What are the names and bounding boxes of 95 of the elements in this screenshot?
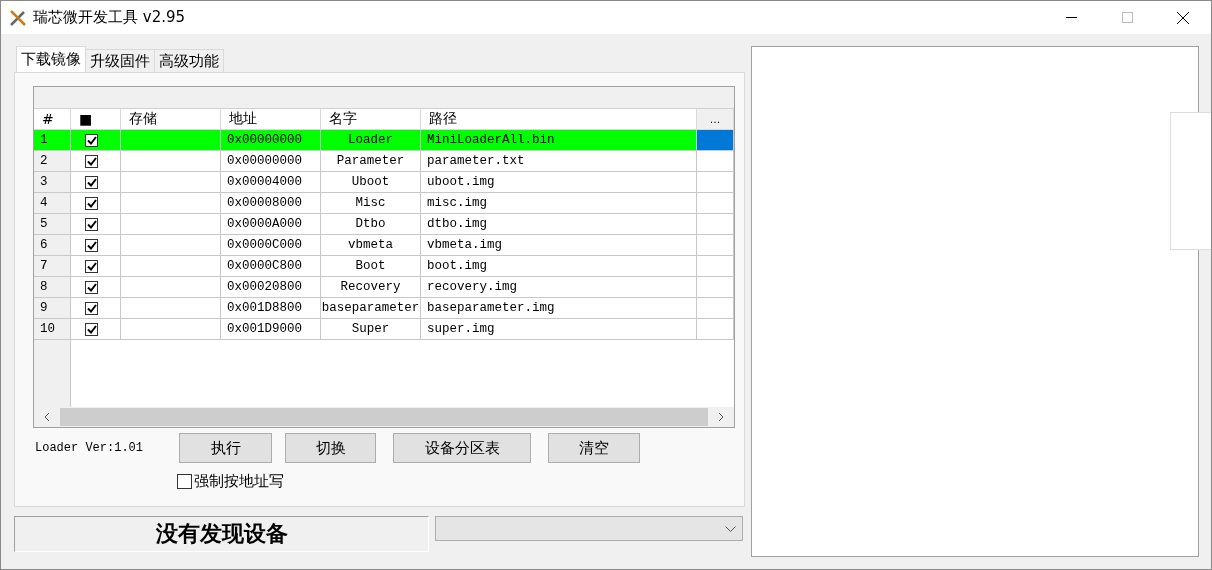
table-cell: vbmeta.img [421, 235, 697, 256]
table-cell: 0x0000C800 [221, 256, 321, 277]
row-checkbox[interactable] [85, 280, 98, 294]
check-icon [86, 177, 97, 187]
row-checkbox[interactable] [85, 301, 98, 315]
check-icon [86, 261, 97, 271]
checkbox-label: 强制按地址写 [194, 472, 284, 491]
row-number: 3 [34, 172, 71, 193]
check-icon [86, 156, 97, 166]
close-icon[interactable] [1177, 11, 1189, 24]
table-cell: 0x00000000 [221, 130, 321, 151]
table-cell: misc.img [421, 193, 697, 214]
row-number: 6 [34, 235, 71, 256]
row-checkbox[interactable] [85, 238, 98, 252]
row-checkbox[interactable] [85, 175, 98, 189]
table-cell: 0x0000C000 [221, 235, 321, 256]
row-checkbox[interactable] [85, 154, 98, 168]
column-header: ■ [71, 109, 121, 130]
table-cell: 0x00000000 [221, 151, 321, 172]
chevron-down-icon [725, 525, 736, 532]
window-title: 瑞芯微开发工具 v2.95 [33, 8, 186, 27]
browse-cell[interactable] [697, 256, 734, 277]
column-header: 地址 [221, 109, 321, 130]
tab[interactable]: 高级功能 [154, 49, 224, 72]
table-cell: Recovery [321, 277, 421, 298]
browse-cell[interactable] [697, 319, 734, 340]
table-cell: 0x00004000 [221, 172, 321, 193]
action-button[interactable]: 切换 [285, 433, 376, 463]
table-cell: 0x00008000 [221, 193, 321, 214]
minimize-icon[interactable] [1065, 16, 1077, 19]
table-cell: super.img [421, 319, 697, 340]
check-icon [86, 324, 97, 334]
tab[interactable]: 下载镜像 [16, 46, 86, 72]
browse-cell[interactable] [697, 193, 734, 214]
table-cell: boot.img [421, 256, 697, 277]
table-cell: MiniLoaderAll.bin [421, 130, 697, 151]
row-checkbox[interactable] [85, 133, 98, 147]
scroll-left-icon[interactable] [44, 412, 50, 422]
check-icon [86, 240, 97, 250]
browse-cell[interactable] [697, 277, 734, 298]
browse-cell[interactable] [697, 130, 734, 151]
column-header: # [34, 109, 71, 130]
table-cell: dtbo.img [421, 214, 697, 235]
tools-icon [9, 8, 27, 27]
row-checkbox[interactable] [85, 217, 98, 231]
check-icon [86, 219, 97, 229]
row-checkbox[interactable] [85, 196, 98, 210]
table-cell: Boot [321, 256, 421, 277]
table-cell: vbmeta [321, 235, 421, 256]
table-cell: parameter.txt [421, 151, 697, 172]
browse-cell[interactable] [697, 214, 734, 235]
table-cell: recovery.img [421, 277, 697, 298]
table-cell: 0x001D9000 [221, 319, 321, 340]
table-cell: 0x00020800 [221, 277, 321, 298]
row-number: 1 [34, 130, 71, 151]
action-button[interactable]: 执行 [179, 433, 272, 463]
table-cell: Misc [321, 193, 421, 214]
row-number: 5 [34, 214, 71, 235]
column-header: ... [697, 109, 734, 130]
table-cell: Super [321, 319, 421, 340]
check-icon [86, 303, 97, 313]
column-header: 存储 [121, 109, 221, 130]
row-checkbox[interactable] [85, 322, 98, 336]
row-number: 8 [34, 277, 71, 298]
row-number: 2 [34, 151, 71, 172]
table-cell: baseparameter [321, 298, 421, 319]
table-cell: Parameter [321, 151, 421, 172]
table-cell: uboot.img [421, 172, 697, 193]
table-cell: Dtbo [321, 214, 421, 235]
browse-cell[interactable] [697, 235, 734, 256]
action-button[interactable]: 清空 [548, 433, 640, 463]
browse-cell[interactable] [697, 298, 734, 319]
scroll-right-icon[interactable] [718, 412, 724, 422]
force-checkbox[interactable] [177, 474, 192, 489]
column-header: 路径 [421, 109, 697, 130]
table-cell: 0x0000A000 [221, 214, 321, 235]
row-number: 4 [34, 193, 71, 214]
table-cell: baseparameter.img [421, 298, 697, 319]
column-header: 名字 [321, 109, 421, 130]
browse-cell[interactable] [697, 151, 734, 172]
check-icon [86, 282, 97, 292]
table-cell: Uboot [321, 172, 421, 193]
check-icon [86, 198, 97, 208]
action-button[interactable]: 设备分区表 [393, 433, 531, 463]
loader-version: Loader Ver:1.01 [34, 441, 145, 455]
device-status: 没有发现设备 [14, 516, 429, 552]
check-icon [86, 135, 97, 145]
table-cell: 0x001D8800 [221, 298, 321, 319]
row-number: 9 [34, 298, 71, 319]
table-cell: Loader [321, 130, 421, 151]
row-number: 10 [34, 319, 71, 340]
row-checkbox[interactable] [85, 259, 98, 273]
scrollbar-thumb[interactable] [60, 408, 708, 426]
row-number: 7 [34, 256, 71, 277]
browse-cell[interactable] [697, 172, 734, 193]
